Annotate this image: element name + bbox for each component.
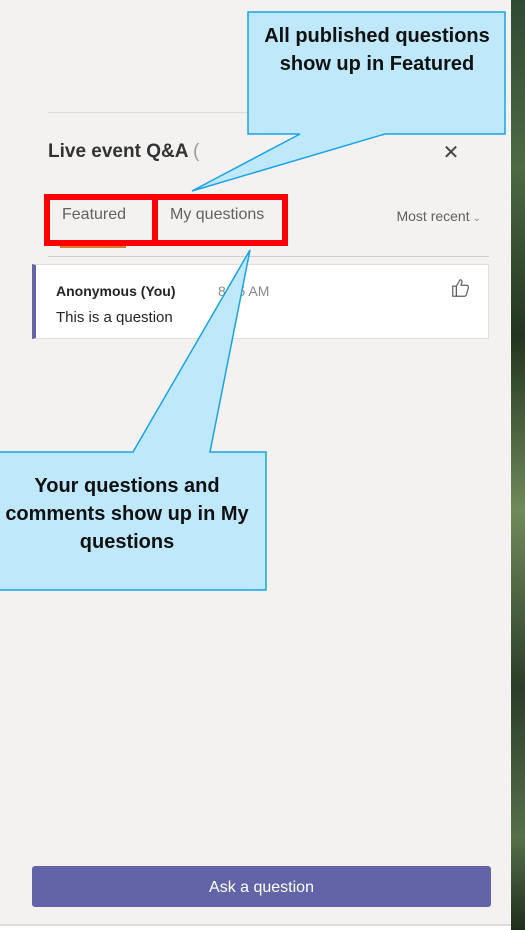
- callout-featured-text: All published questions show up in Featu…: [264, 25, 490, 75]
- callout-my-questions-text: Your questions and comments show up in M…: [5, 475, 249, 553]
- callout-shapes: [0, 11, 506, 591]
